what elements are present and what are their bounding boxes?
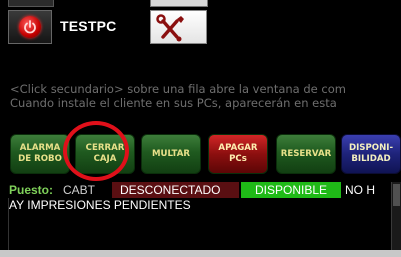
- close-cashbox-button[interactable]: CERRAR CAJA: [75, 134, 135, 174]
- status-label: Puesto:: [9, 183, 54, 197]
- shutdown-pcs-button[interactable]: APAGAR PCs: [208, 134, 268, 174]
- button-label: RESERVAR: [280, 148, 332, 159]
- button-label: ALARMA: [19, 143, 61, 153]
- button-label: MULTAR: [151, 148, 191, 159]
- action-bar: ALARMA DE ROBO CERRAR CAJA MULTAR APAGAR PC…: [0, 134, 401, 176]
- button-label: PCs: [229, 154, 247, 164]
- table-row-partial[interactable]: [0, 0, 401, 7]
- status-connection-badge: DESCONECTADO: [112, 182, 239, 198]
- status-log: AY IMPRESIONES PENDIENTES: [8, 198, 392, 250]
- tools-button-partial[interactable]: [150, 0, 208, 7]
- window-bottom-border: [0, 250, 401, 257]
- pc-table: TESTPC: [0, 0, 401, 48]
- status-strip: Puesto: CABT DESCONECTADO DISPONIBLE NO …: [9, 182, 401, 198]
- reserve-button[interactable]: RESERVAR: [276, 134, 336, 174]
- button-label: DE ROBO: [18, 154, 62, 164]
- fine-button[interactable]: MULTAR: [141, 134, 201, 174]
- button-label: APAGAR: [218, 143, 258, 153]
- status-availability-badge: DISPONIBLE: [241, 182, 341, 198]
- tools-icon: [156, 14, 184, 42]
- availability-button[interactable]: DISPONI- BILIDAD: [341, 134, 401, 174]
- tools-button[interactable]: [150, 10, 207, 44]
- scrollbar-thumb[interactable]: [393, 184, 400, 206]
- log-line: AY IMPRESIONES PENDIENTES: [9, 198, 191, 212]
- table-row[interactable]: TESTPC: [0, 8, 401, 46]
- hint-line-1: <Click secundario> sobre una fila abre l…: [10, 82, 346, 96]
- button-label: CAJA: [93, 154, 117, 164]
- hint-line-2: Cuando instale el cliente en sus PCs, ap…: [10, 96, 337, 110]
- status-pc-name: CABT: [63, 183, 96, 197]
- button-label: CERRAR: [85, 143, 125, 153]
- button-label: BILIDAD: [351, 154, 391, 164]
- power-button[interactable]: [8, 10, 52, 44]
- button-label: DISPONI-: [348, 143, 394, 153]
- log-scrollbar[interactable]: [391, 182, 401, 250]
- alarm-button[interactable]: ALARMA DE ROBO: [10, 134, 70, 174]
- power-symbol-icon: [24, 20, 36, 34]
- power-button-partial[interactable]: [8, 0, 54, 7]
- status-print-text: NO H: [345, 183, 375, 197]
- pc-name: TESTPC: [60, 18, 117, 34]
